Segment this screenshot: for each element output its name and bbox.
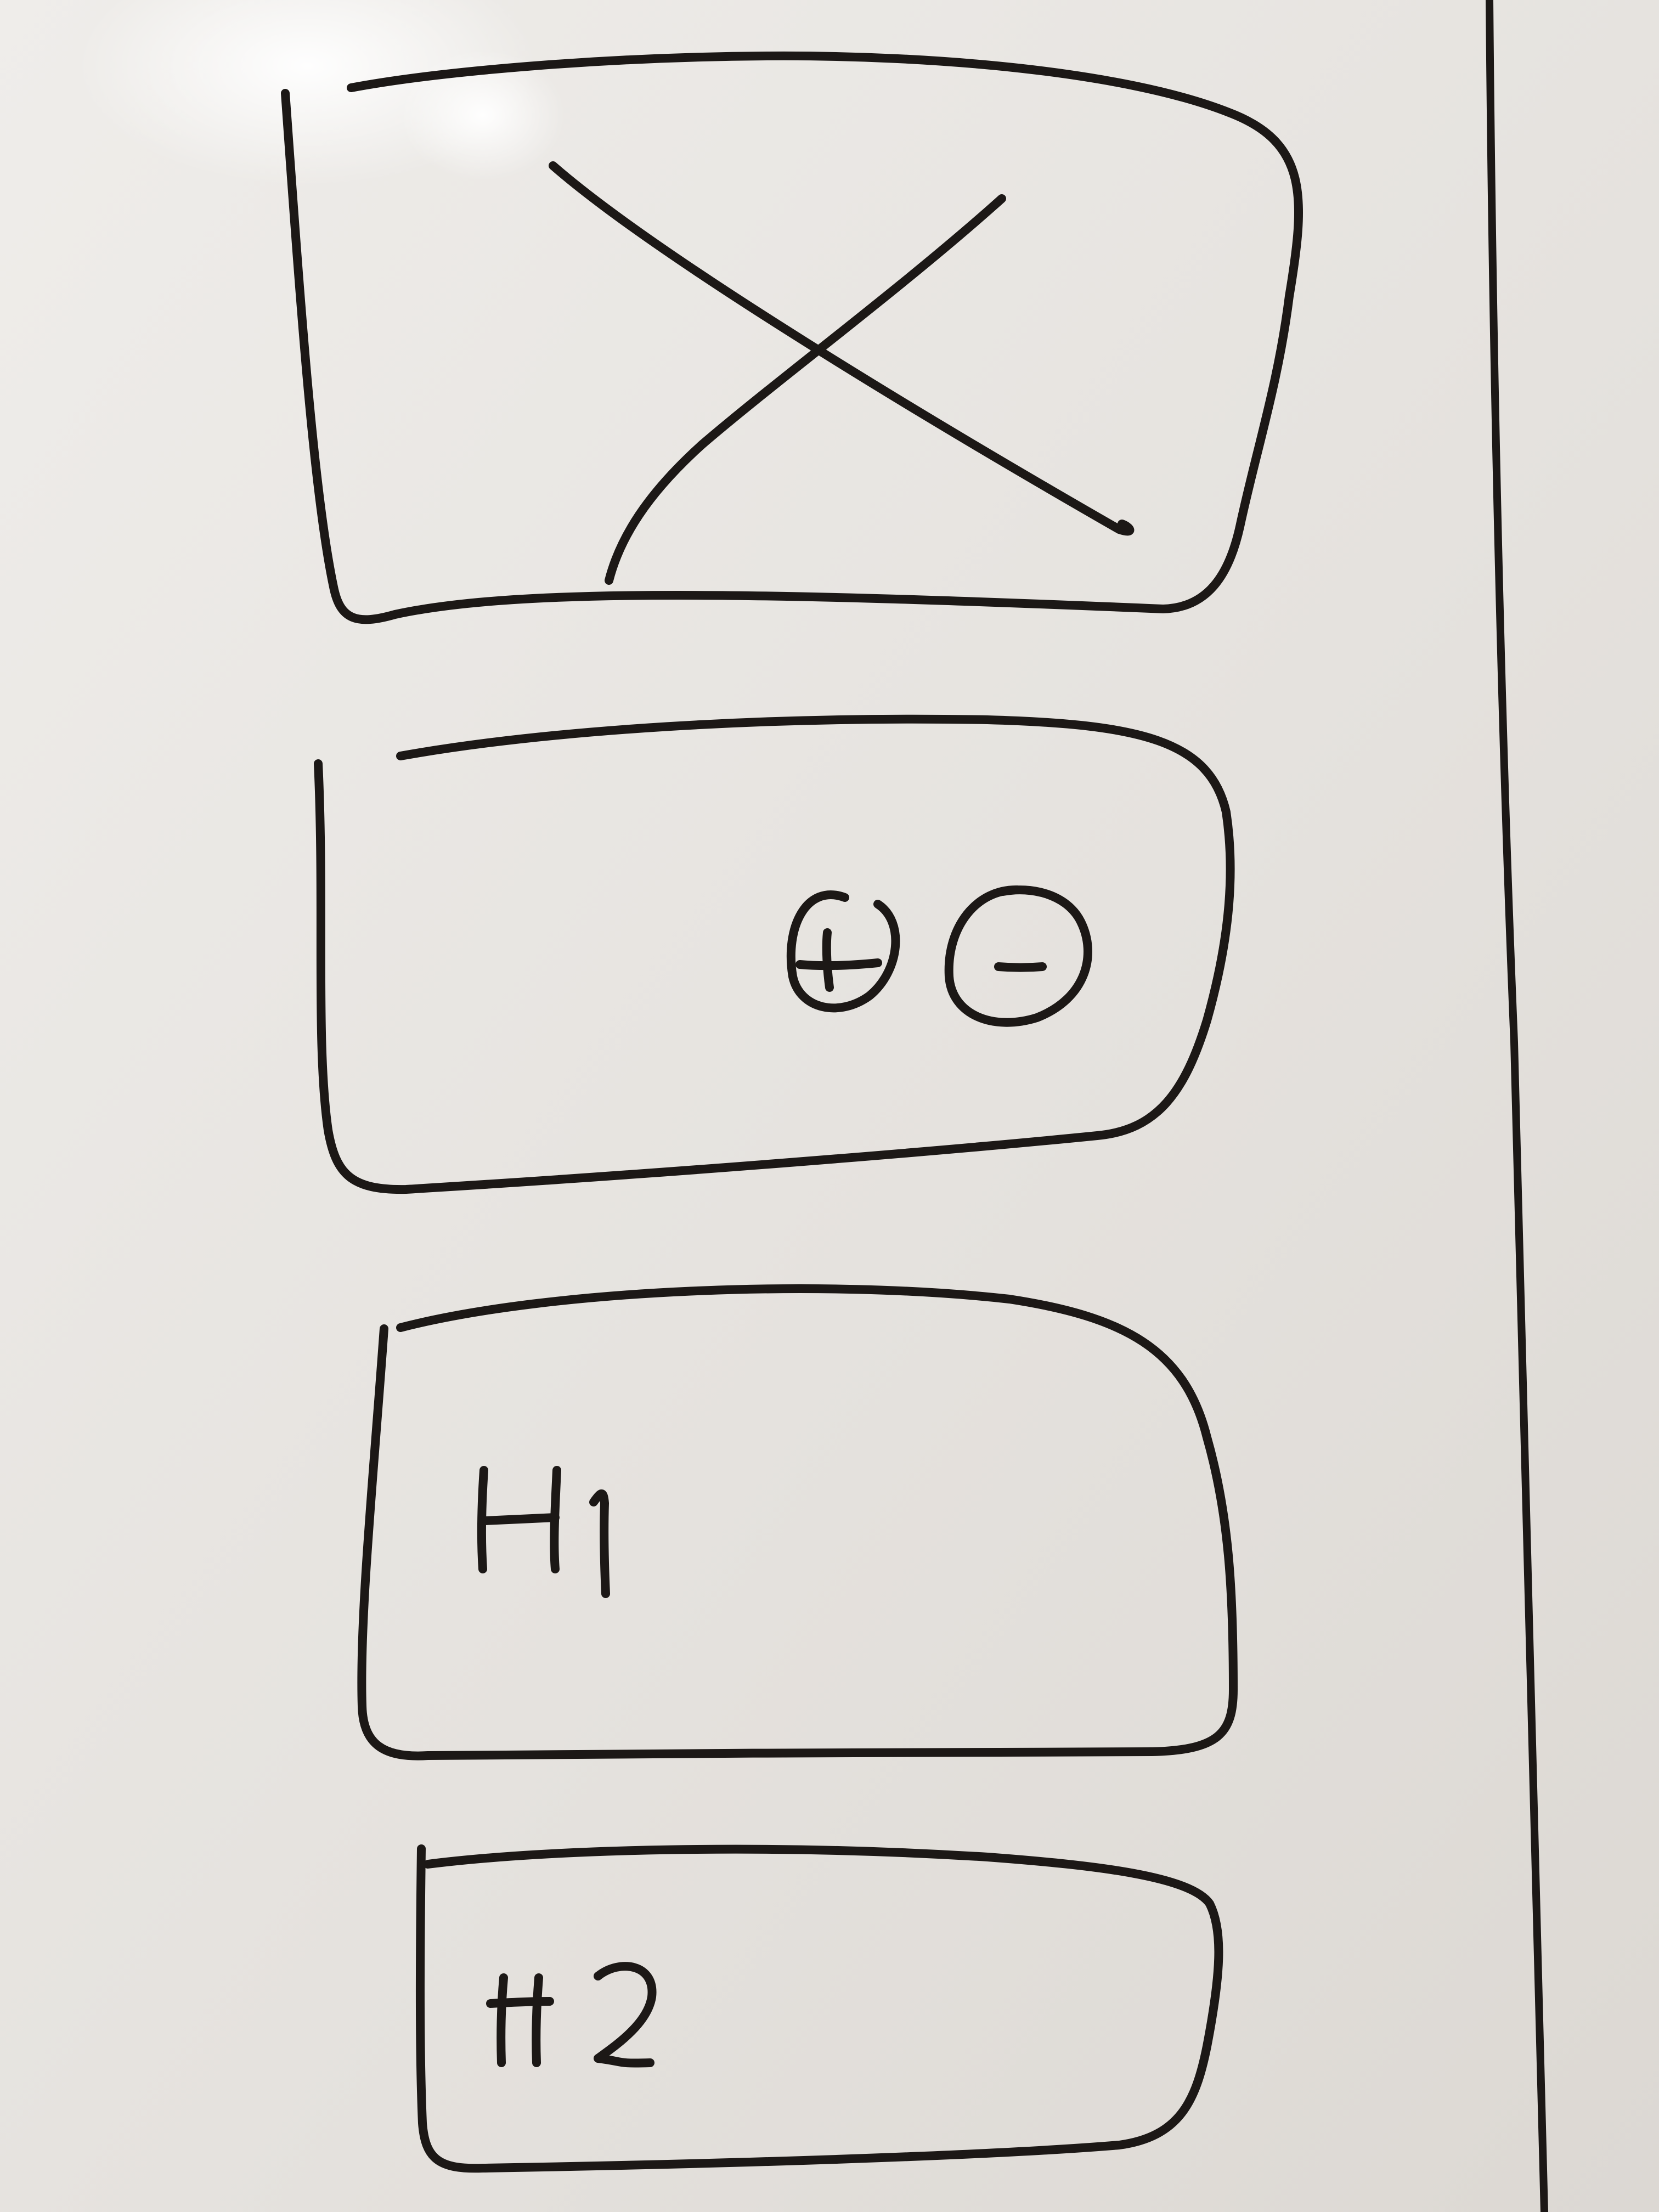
whiteboard-sketch	[0, 0, 1659, 2212]
whiteboard-surface	[0, 0, 1659, 2212]
